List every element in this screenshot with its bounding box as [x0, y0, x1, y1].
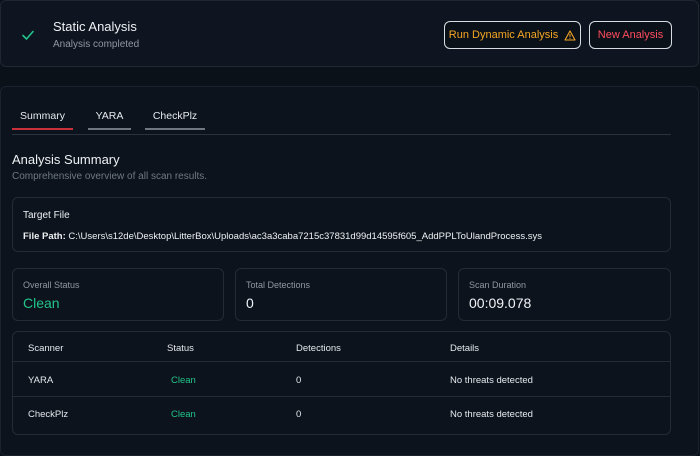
summary-subtitle: Comprehensive overview of all scan resul… — [12, 171, 208, 182]
tab-summary-label: Summary — [20, 110, 65, 122]
target-file-heading: Target File — [23, 210, 70, 221]
scan-duration-label: Scan Duration — [469, 280, 527, 290]
file-path: File Path: C:\Users\s12de\Desktop\Litter… — [23, 231, 542, 242]
row-details: No threats detected — [450, 375, 533, 386]
overall-status-value: Clean — [23, 295, 60, 311]
row-detections: 0 — [296, 409, 302, 420]
summary-title: Analysis Summary — [12, 152, 120, 167]
file-path-label: File Path: — [23, 231, 66, 242]
row-scanner: CheckPlz — [28, 409, 69, 420]
analysis-status-header: Static Analysis Analysis completed Run D… — [0, 0, 699, 67]
column-header-scanner: Scanner — [28, 343, 64, 354]
scan-duration-value: 00:09.078 — [469, 295, 532, 311]
overall-status-label: Overall Status — [23, 280, 80, 290]
header-title: Static Analysis — [53, 19, 137, 34]
tab-summary[interactable]: Summary — [12, 110, 73, 130]
tab-yara[interactable]: YARA — [88, 110, 131, 130]
row-status: Clean — [171, 409, 196, 420]
column-header-detections: Detections — [296, 343, 341, 354]
table-header-divider — [13, 361, 670, 362]
column-header-details: Details — [450, 343, 480, 354]
check-icon — [22, 30, 34, 40]
tab-checkplz-label: CheckPlz — [152, 110, 198, 122]
total-detections-label: Total Detections — [246, 280, 311, 290]
file-path-value: C:\Users\s12de\Desktop\LitterBox\Uploads… — [68, 231, 542, 242]
row-detections: 0 — [296, 375, 302, 386]
row-status: Clean — [171, 375, 196, 386]
overall-status-card: Overall Status Clean — [12, 268, 224, 321]
results-table: Scanner Status Detections Details YARA C… — [12, 331, 671, 435]
target-file-card: Target File File Path: C:\Users\s12de\De… — [12, 197, 671, 252]
tab-yara-underline — [88, 128, 131, 130]
tab-checkplz-underline — [145, 128, 205, 130]
table-row-divider — [13, 396, 670, 397]
scan-duration-card: Scan Duration 00:09.078 — [458, 268, 671, 321]
tabs-divider — [12, 134, 671, 135]
total-detections-value: 0 — [246, 295, 254, 311]
total-detections-card: Total Detections 0 — [235, 268, 447, 321]
run-dynamic-analysis-label: Run Dynamic Analysis — [448, 29, 559, 41]
tab-yara-label: YARA — [95, 110, 124, 122]
column-header-status: Status — [167, 343, 194, 354]
row-scanner: YARA — [28, 375, 54, 386]
tab-checkplz[interactable]: CheckPlz — [145, 110, 205, 130]
header-subtitle: Analysis completed — [53, 39, 140, 50]
tab-summary-underline — [12, 128, 73, 130]
new-analysis-button[interactable]: New Analysis — [589, 21, 672, 49]
row-details: No threats detected — [450, 409, 533, 420]
warning-icon — [564, 29, 576, 41]
run-dynamic-analysis-button[interactable]: Run Dynamic Analysis — [444, 21, 581, 49]
